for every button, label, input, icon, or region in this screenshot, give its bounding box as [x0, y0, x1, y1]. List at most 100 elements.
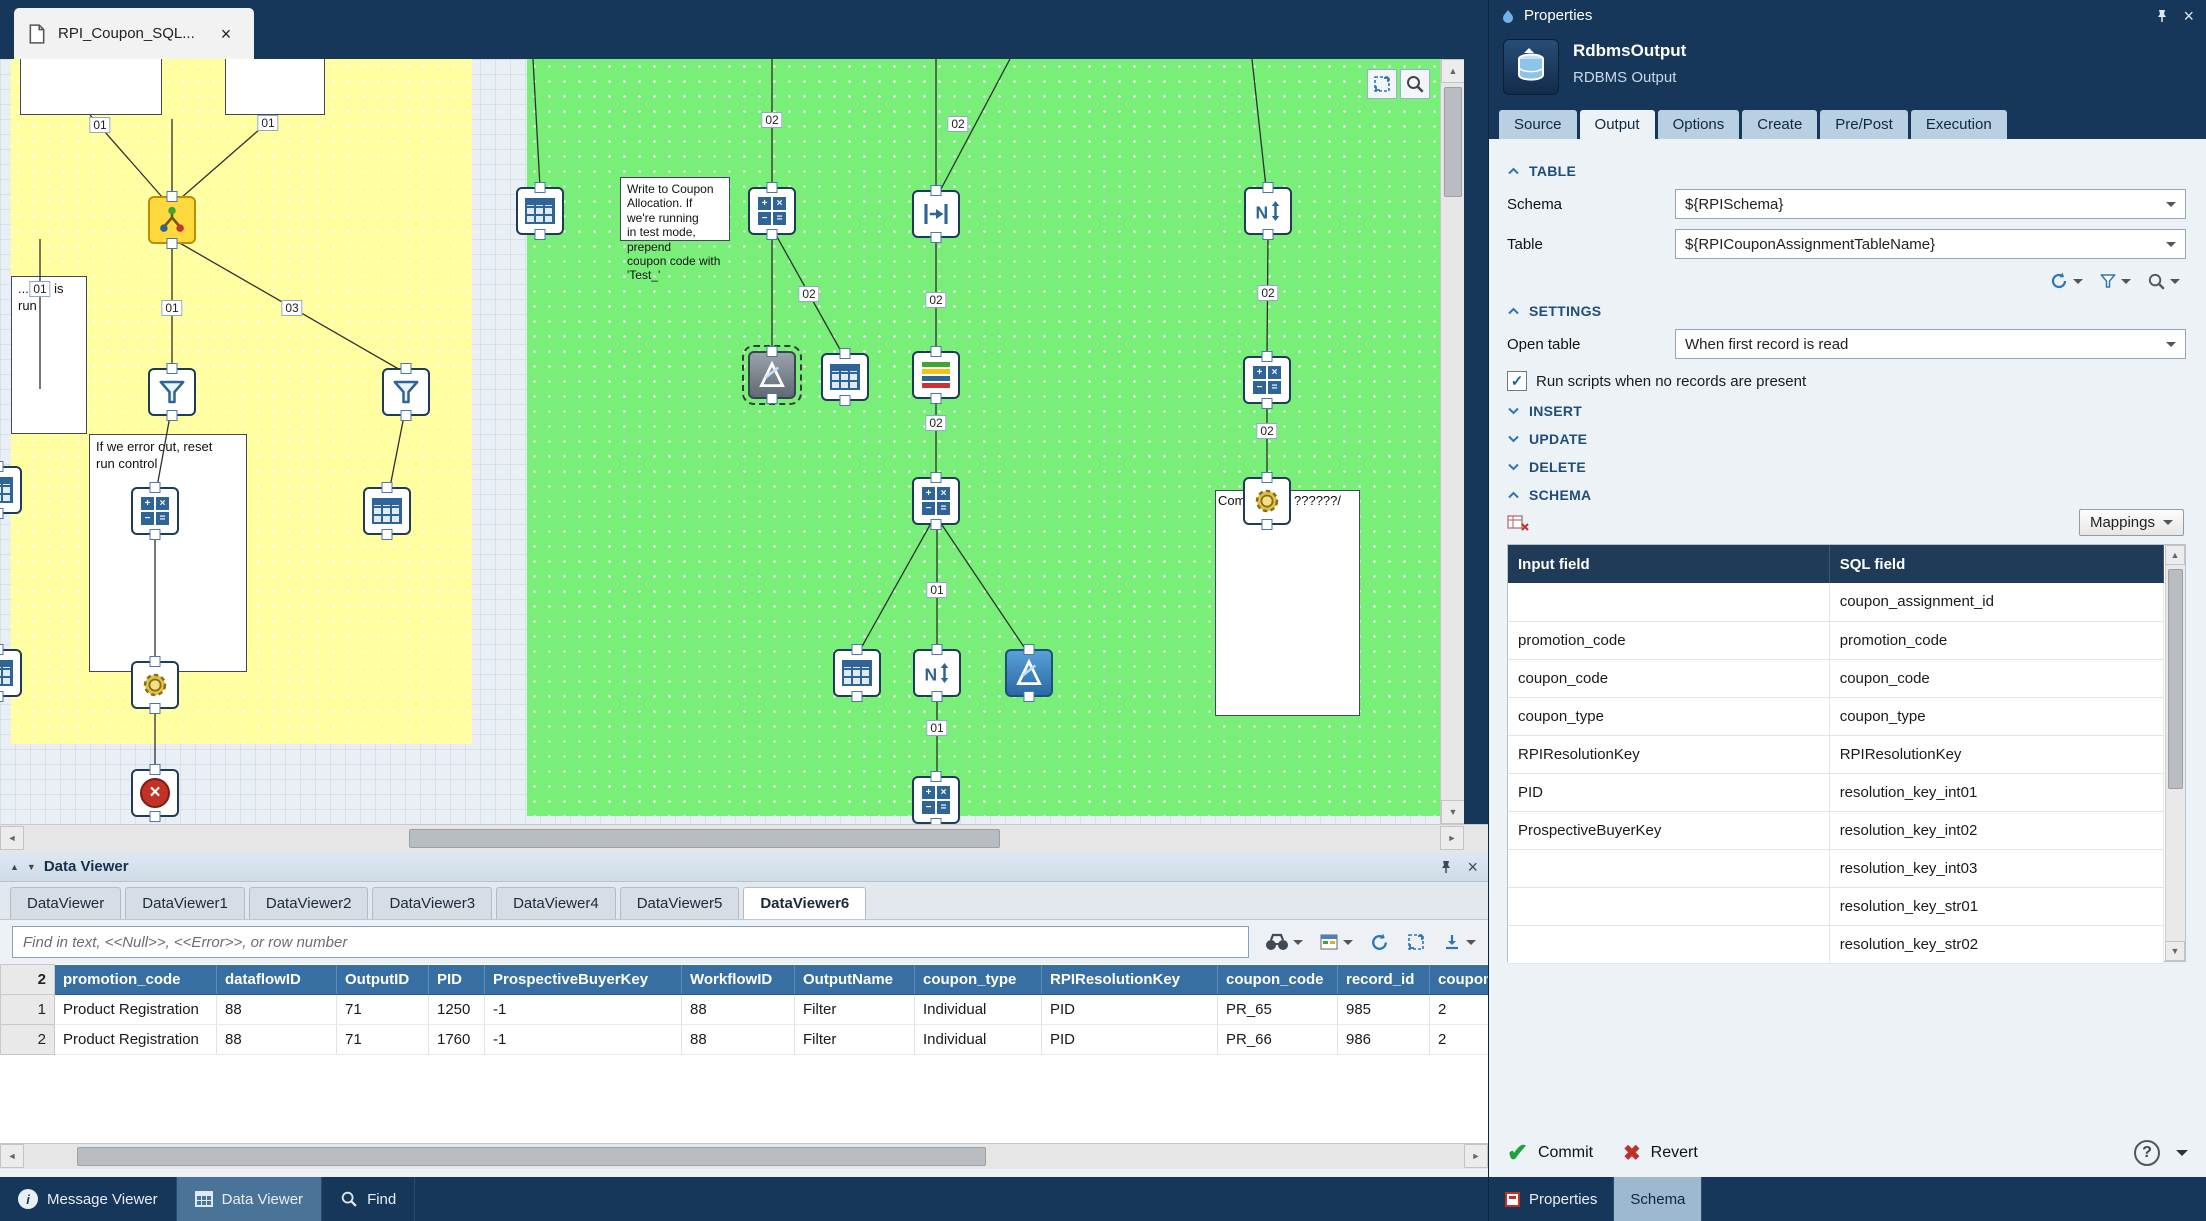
- tab-output[interactable]: Output: [1580, 110, 1655, 139]
- tab-dataviewer3[interactable]: DataViewer3: [372, 887, 492, 919]
- column-header[interactable]: PID: [429, 965, 485, 995]
- search-button[interactable]: [2147, 272, 2180, 291]
- commit-check-icon[interactable]: [1507, 1141, 1528, 1166]
- table-node[interactable]: [833, 649, 881, 697]
- collapse-down-icon[interactable]: [27, 862, 36, 872]
- scroll-up-button[interactable]: [2165, 545, 2185, 565]
- table-node[interactable]: [0, 649, 22, 697]
- chevron-down-icon[interactable]: [2176, 1150, 2188, 1162]
- find-input[interactable]: [12, 926, 1249, 958]
- scroll-left-button[interactable]: [0, 1144, 24, 1168]
- tab-create[interactable]: Create: [1742, 110, 1817, 139]
- calculate-node[interactable]: [912, 477, 960, 525]
- mapping-row[interactable]: coupon_typecoupon_type: [1508, 697, 2164, 735]
- tab-dataviewer1[interactable]: DataViewer1: [125, 887, 245, 919]
- merge-node[interactable]: [912, 190, 960, 238]
- column-header[interactable]: coupon_type: [915, 965, 1042, 995]
- run-scripts-checkbox[interactable]: [1507, 371, 1527, 391]
- mapping-row[interactable]: coupon_assignment_id: [1508, 583, 2164, 621]
- mapping-row[interactable]: resolution_key_str02: [1508, 925, 2164, 963]
- zoom-magnifier-button[interactable]: [1400, 69, 1430, 99]
- section-schema[interactable]: SCHEMA: [1507, 487, 2186, 503]
- splitter-node[interactable]: [148, 196, 196, 244]
- tab-options[interactable]: Options: [1658, 110, 1740, 139]
- horizontal-scroll-thumb[interactable]: [77, 1147, 986, 1166]
- column-header[interactable]: ProspectiveBuyerKey: [485, 965, 682, 995]
- table-select[interactable]: ${RPICouponAssignmentTableName}: [1675, 229, 2186, 259]
- refresh-button[interactable]: [2049, 271, 2083, 291]
- section-update[interactable]: UPDATE: [1507, 431, 2186, 447]
- pin-icon[interactable]: [1439, 860, 1453, 874]
- sort-node[interactable]: N: [1244, 187, 1292, 235]
- refresh-button[interactable]: [1369, 932, 1390, 953]
- schema-select[interactable]: ${RPISchema}: [1675, 189, 2186, 219]
- revert-x-icon[interactable]: [1623, 1143, 1641, 1164]
- filter-button[interactable]: [2099, 272, 2131, 290]
- column-header[interactable]: dataflowID: [217, 965, 337, 995]
- open-table-select[interactable]: When first record is read: [1675, 329, 2186, 359]
- column-header[interactable]: WorkflowID: [682, 965, 795, 995]
- section-insert[interactable]: INSERT: [1507, 403, 2186, 419]
- column-header[interactable]: promotion_code: [55, 965, 217, 995]
- column-header[interactable]: coupon_gro: [1430, 965, 1489, 995]
- collapse-up-icon[interactable]: [10, 862, 19, 872]
- find-tab[interactable]: Find: [322, 1177, 415, 1221]
- pin-icon[interactable]: [2155, 9, 2169, 23]
- column-settings-button[interactable]: [1319, 932, 1353, 952]
- tab-dataviewer4[interactable]: DataViewer4: [496, 887, 616, 919]
- data-viewer-tab[interactable]: Data Viewer: [177, 1177, 322, 1221]
- tab-dataviewer6[interactable]: DataViewer6: [743, 887, 866, 919]
- error-node[interactable]: [131, 769, 179, 817]
- column-header[interactable]: record_id: [1338, 965, 1430, 995]
- horizontal-scroll-thumb[interactable]: [409, 829, 1000, 848]
- mapping-row[interactable]: promotion_codepromotion_code: [1508, 621, 2164, 659]
- table-node[interactable]: [821, 353, 869, 401]
- message-viewer-tab[interactable]: Message Viewer: [0, 1177, 177, 1221]
- vertical-scroll-thumb[interactable]: [2168, 569, 2183, 789]
- commit-button[interactable]: Commit: [1538, 1144, 1593, 1162]
- tab-dataviewer5[interactable]: DataViewer5: [620, 887, 740, 919]
- table-node[interactable]: [363, 487, 411, 535]
- procedure-node[interactable]: [131, 661, 179, 709]
- procedure-node[interactable]: [1243, 477, 1291, 525]
- section-settings[interactable]: SETTINGS: [1507, 303, 2186, 319]
- sql-field-header[interactable]: SQL field: [1829, 545, 2163, 583]
- vertical-scroll-thumb[interactable]: [1444, 87, 1462, 197]
- scroll-down-button[interactable]: [1441, 800, 1464, 824]
- rpi-tool-node[interactable]: [1005, 649, 1053, 697]
- calculate-node[interactable]: [748, 187, 796, 235]
- filter-node[interactable]: [148, 368, 196, 416]
- section-table[interactable]: TABLE: [1507, 163, 2186, 179]
- close-document-icon[interactable]: [221, 25, 232, 43]
- scroll-right-button[interactable]: [1440, 826, 1464, 850]
- dataflow-canvas[interactable]: ...ired is run If we error out, reset ru…: [0, 59, 1464, 824]
- bottom-tab-schema[interactable]: Schema: [1614, 1177, 1702, 1221]
- rpi-tool-node-selected[interactable]: [748, 351, 796, 399]
- section-delete[interactable]: DELETE: [1507, 459, 2186, 475]
- mapping-row[interactable]: coupon_codecoupon_code: [1508, 659, 2164, 697]
- mapping-row[interactable]: ProspectiveBuyerKeyresolution_key_int02: [1508, 811, 2164, 849]
- sort-node[interactable]: N: [913, 649, 961, 697]
- table-row[interactable]: 1 Product Registration 88 71 1250 -1 88 …: [1, 995, 1489, 1025]
- column-header[interactable]: OutputID: [337, 965, 429, 995]
- close-panel-icon[interactable]: [2183, 7, 2194, 25]
- mapping-row[interactable]: resolution_key_str01: [1508, 887, 2164, 925]
- column-header[interactable]: RPIResolutionKey: [1042, 965, 1218, 995]
- calculate-node[interactable]: [912, 776, 960, 824]
- table-node[interactable]: [516, 187, 564, 235]
- column-header[interactable]: coupon_code: [1218, 965, 1338, 995]
- tab-execution[interactable]: Execution: [1911, 110, 2007, 139]
- calculate-node[interactable]: [131, 487, 179, 535]
- bottom-tab-properties[interactable]: Properties: [1489, 1177, 1614, 1221]
- scroll-right-button[interactable]: [1464, 1144, 1488, 1168]
- tab-source[interactable]: Source: [1499, 110, 1577, 139]
- tab-prepost[interactable]: Pre/Post: [1820, 110, 1908, 139]
- fit-columns-button[interactable]: [1406, 932, 1426, 952]
- filter-node[interactable]: [382, 368, 430, 416]
- mapping-row[interactable]: RPIResolutionKeyRPIResolutionKey: [1508, 735, 2164, 773]
- scroll-left-button[interactable]: [0, 826, 24, 850]
- column-header[interactable]: OutputName: [795, 965, 915, 995]
- help-icon[interactable]: [2134, 1140, 2160, 1166]
- document-tab[interactable]: RPI_Coupon_SQL...: [14, 8, 254, 59]
- table-node[interactable]: [0, 466, 22, 514]
